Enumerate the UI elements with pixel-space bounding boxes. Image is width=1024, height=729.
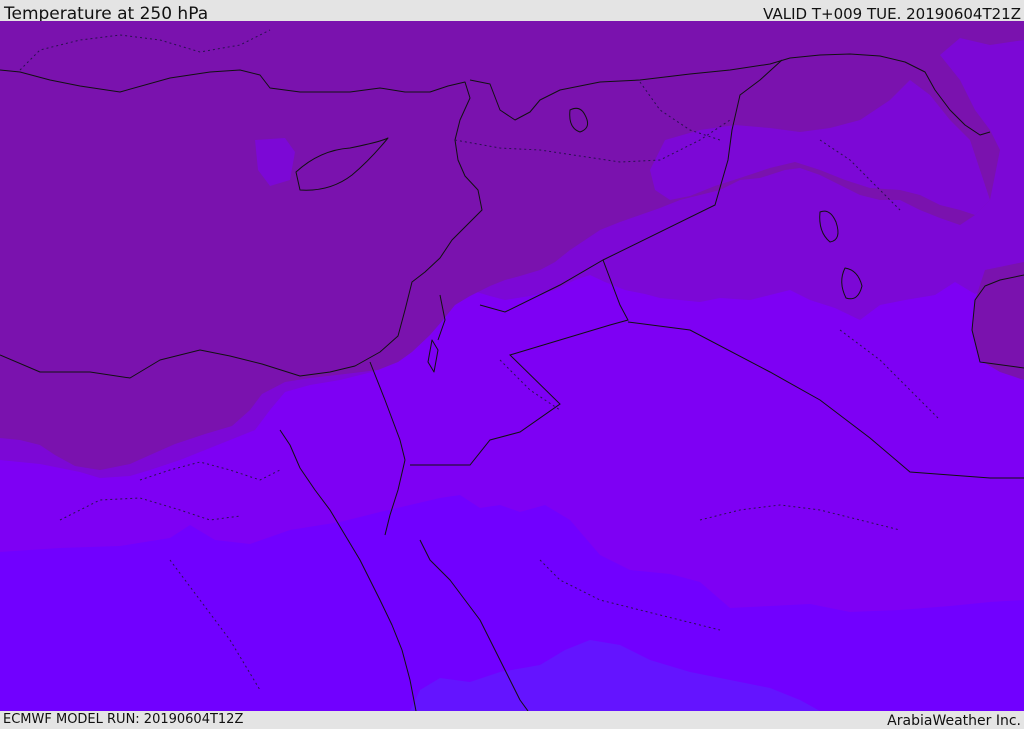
map-header: Temperature at 250 hPa VALID T+009 TUE. … [0, 0, 1024, 24]
model-run-label: ECMWF MODEL RUN: 20190604T12Z [3, 712, 244, 727]
credit-label: ArabiaWeather Inc. [887, 713, 1021, 729]
map-svg [0, 21, 1024, 711]
temperature-map [0, 21, 1024, 711]
map-footer: ECMWF MODEL RUN: 20190604T12Z ArabiaWeat… [0, 711, 1024, 729]
